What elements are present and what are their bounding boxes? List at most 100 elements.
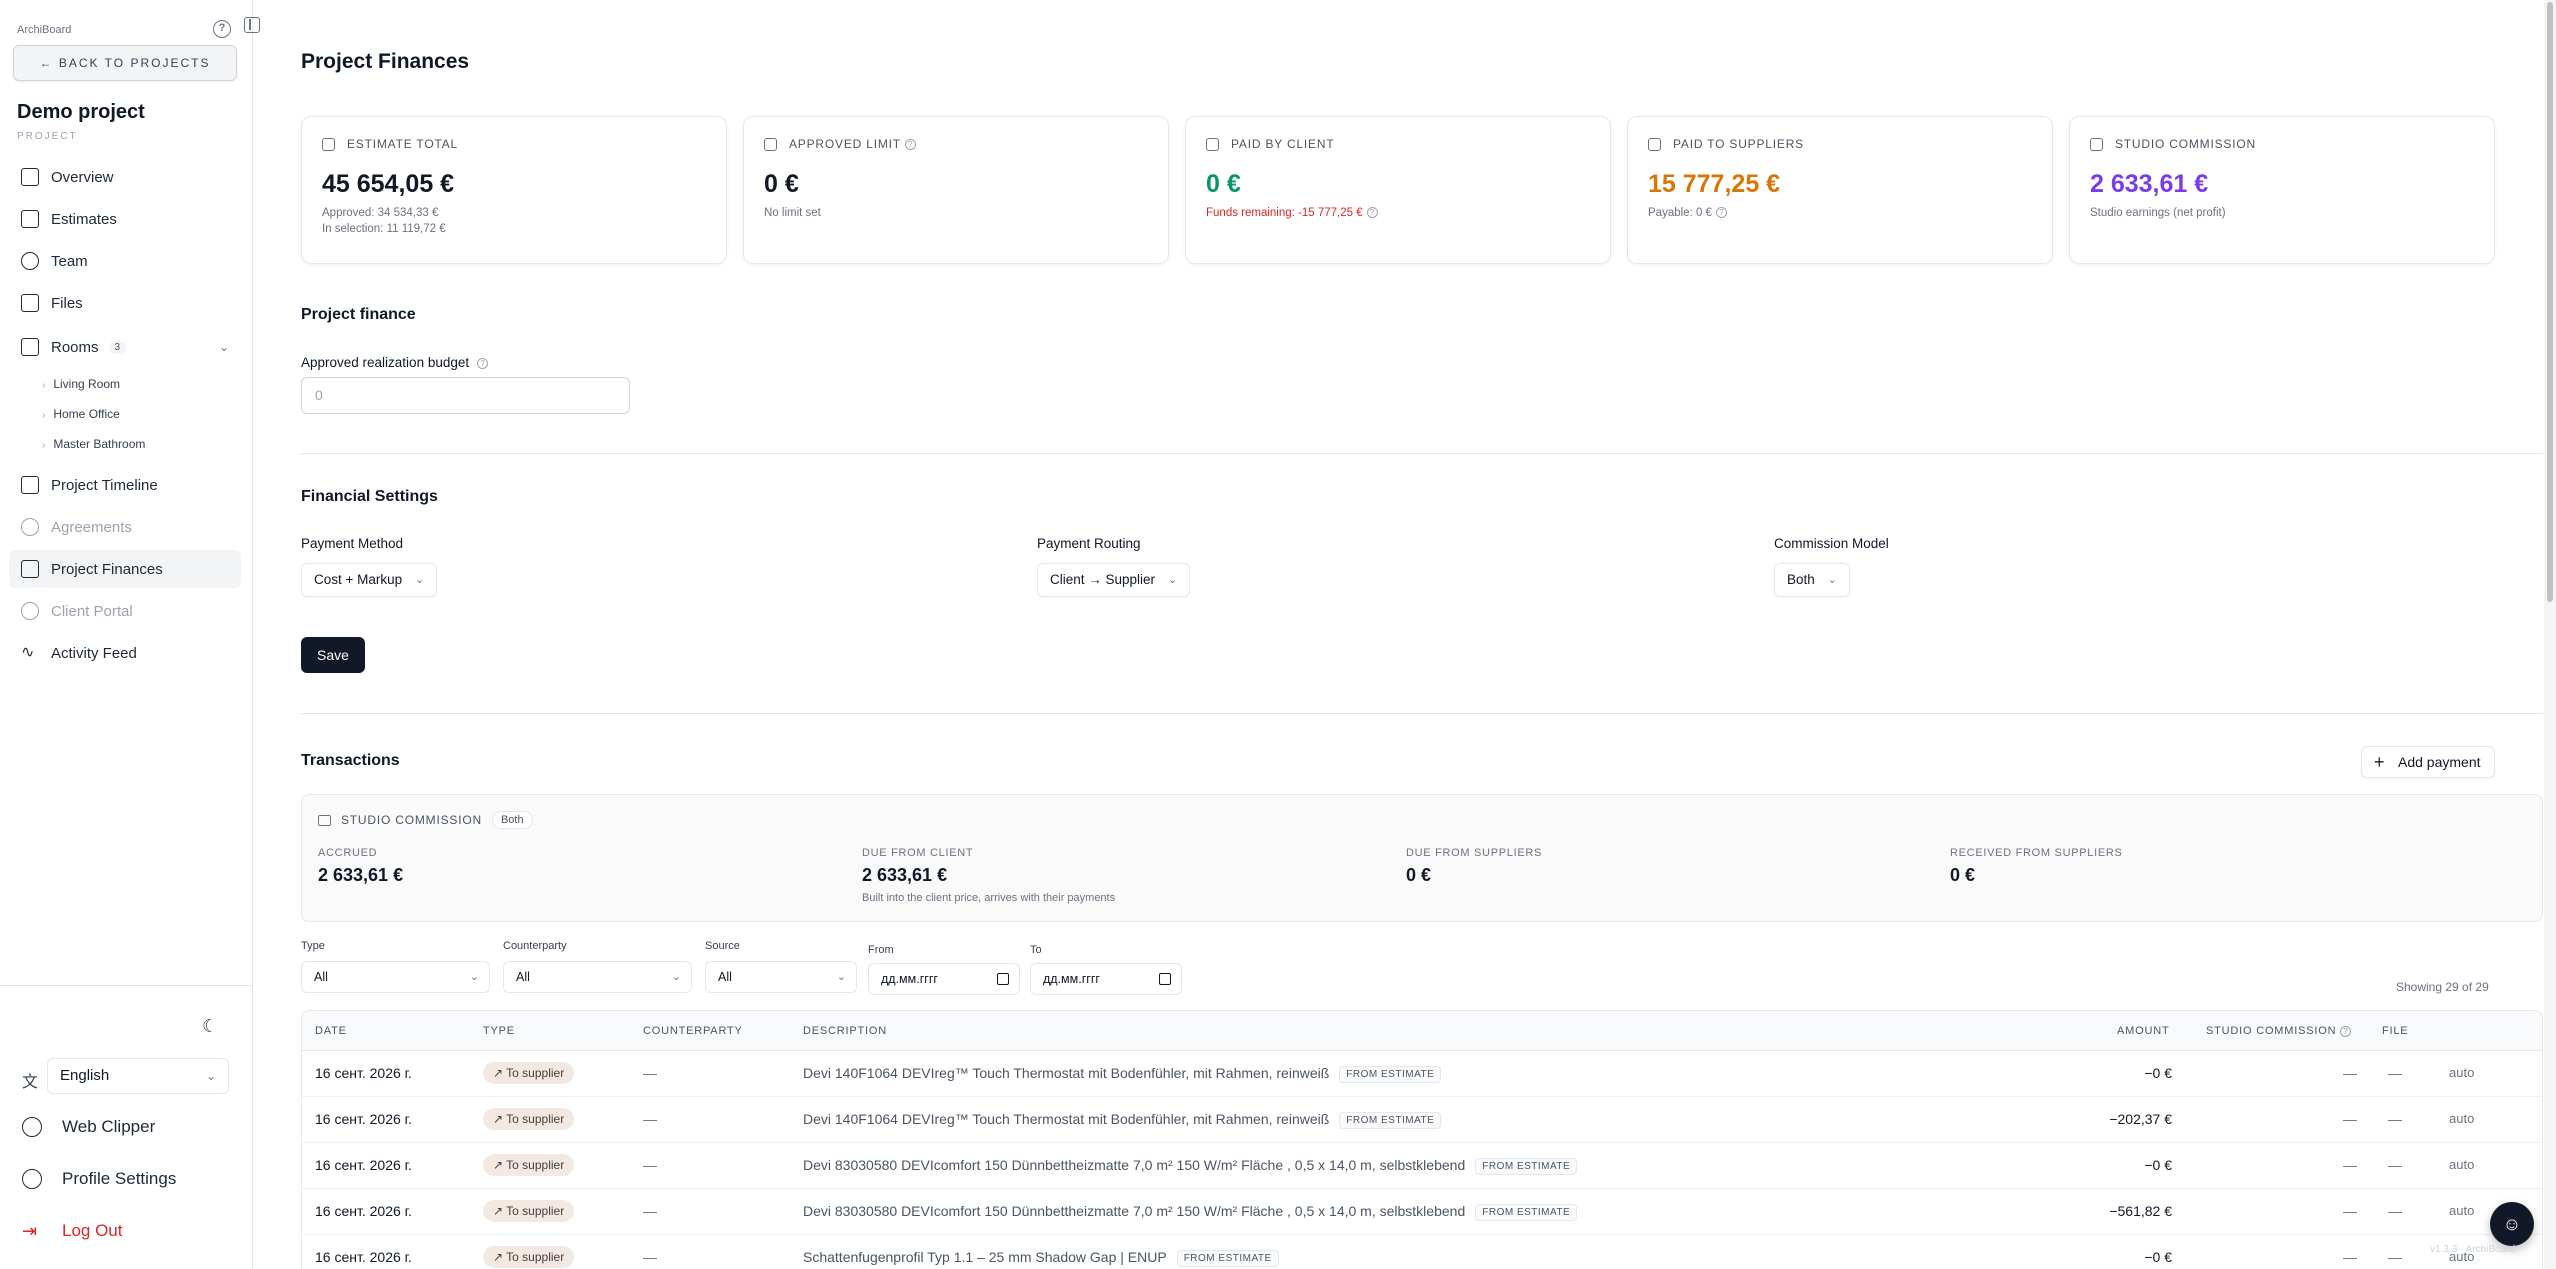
- card-label: PAID TO SUPPLIERS: [1673, 137, 1804, 151]
- language-icon: 文: [22, 1074, 39, 1091]
- row-file: —: [2388, 1249, 2402, 1265]
- chevron-right-icon: ›: [42, 380, 46, 391]
- column-description[interactable]: DESCRIPTION: [803, 1025, 887, 1037]
- table-row[interactable]: 16 сент. 2026 г. ↗ To supplier — Devi 14…: [302, 1051, 2542, 1097]
- table-row[interactable]: 16 сент. 2026 г. ↗ To supplier — Devi 83…: [302, 1143, 2542, 1189]
- document-icon: [21, 210, 39, 228]
- stat-value: 2 633,61 €: [862, 865, 948, 885]
- row-description: Devi 83030580 DEVIcomfort 150 Dünnbetthe…: [803, 1157, 1466, 1173]
- scroll-thumb[interactable]: [2547, 2, 2553, 602]
- sidebar-item-rooms[interactable]: Rooms 3 ⌄: [9, 328, 241, 366]
- row-commission: —: [2343, 1249, 2357, 1265]
- calendar-icon[interactable]: [997, 973, 1009, 985]
- stat-label: RECEIVED FROM SUPPLIERS: [1950, 847, 2123, 859]
- sidebar: ArchiBoard ? ← BACK TO PROJECTS Demo pro…: [0, 0, 260, 1269]
- chevron-down-icon: ⌄: [205, 1069, 216, 1083]
- help-icon[interactable]: ?: [213, 20, 231, 38]
- info-icon[interactable]: ?: [904, 138, 916, 150]
- chevron-down-icon[interactable]: ⌄: [219, 340, 229, 354]
- sidebar-item-team[interactable]: Team: [9, 242, 241, 280]
- budget-label: Approved realization budget?: [301, 355, 489, 370]
- info-icon[interactable]: ?: [477, 357, 489, 369]
- column-date[interactable]: DATE: [315, 1025, 347, 1037]
- project-label: PROJECT: [17, 131, 78, 142]
- source-filter-select[interactable]: All ⌄: [705, 961, 857, 993]
- web-clipper-link[interactable]: Web Clipper: [22, 1117, 155, 1137]
- card-value: 15 777,25 €: [1648, 170, 1781, 198]
- activity-icon: ∿: [21, 644, 35, 661]
- row-amount: −0 €: [2144, 1065, 2172, 1081]
- stat-label: DUE FROM SUPPLIERS: [1406, 847, 1543, 859]
- from-estimate-tag: FROM ESTIMATE: [1475, 1157, 1578, 1175]
- paid-to-suppliers-card: PAID TO SUPPLIERS 15 777,25 € Payable: 0…: [1627, 116, 2053, 264]
- table-row[interactable]: 16 сент. 2026 г. ↗ To supplier — Devi 14…: [302, 1097, 2542, 1143]
- sidebar-subitem-room[interactable]: › Living Room: [42, 377, 120, 391]
- row-amount: −0 €: [2144, 1249, 2172, 1265]
- room-label: Home Office: [53, 407, 120, 421]
- counterparty-filter-select[interactable]: All ⌄: [503, 961, 692, 993]
- sidebar-subitem-room[interactable]: › Master Bathroom: [42, 437, 145, 451]
- sidebar-item-overview[interactable]: Overview: [9, 158, 241, 196]
- profile-settings-link[interactable]: Profile Settings: [22, 1169, 176, 1189]
- sidebar-item-project-finances[interactable]: Project Finances: [9, 550, 241, 588]
- language-select[interactable]: English ⌄: [47, 1058, 229, 1094]
- row-commission: —: [2343, 1065, 2357, 1081]
- sidebar-item-estimates[interactable]: Estimates: [9, 200, 241, 238]
- from-date-input[interactable]: дд.мм.гггг: [868, 963, 1020, 995]
- budget-input[interactable]: 0: [301, 377, 630, 414]
- sidebar-item-label: Client Portal: [51, 602, 133, 620]
- row-source: auto: [2449, 1203, 2475, 1218]
- sidebar-subitem-room[interactable]: › Home Office: [42, 407, 120, 421]
- column-file[interactable]: FILE: [2382, 1025, 2408, 1037]
- from-estimate-tag: FROM ESTIMATE: [1176, 1249, 1279, 1267]
- type-badge: ↗ To supplier: [483, 1062, 575, 1084]
- sidebar-item-files[interactable]: Files: [9, 284, 241, 322]
- received-from-suppliers-stat: RECEIVED FROM SUPPLIERS 0 €: [1950, 847, 2123, 886]
- payment-routing-label: Payment Routing: [1037, 536, 1141, 551]
- moon-icon[interactable]: ☾: [202, 1016, 218, 1037]
- sidebar-item-client-portal[interactable]: Client Portal: [9, 592, 241, 630]
- info-icon[interactable]: ?: [2340, 1025, 2352, 1037]
- chevron-right-icon: ›: [42, 440, 46, 451]
- card-sub: In selection: 11 119,72 €: [322, 223, 446, 235]
- card-value: 0 €: [1206, 170, 1241, 198]
- column-studio-commission[interactable]: STUDIO COMMISSION?: [2206, 1025, 2352, 1037]
- arrow-up-right-icon: [1648, 137, 1661, 151]
- logout-link[interactable]: ⇥ Log Out: [22, 1221, 123, 1241]
- wallet-icon: [318, 814, 331, 826]
- select-value: All: [314, 970, 328, 984]
- type-filter-label: Type: [301, 940, 325, 952]
- row-description: Devi 140F1064 DEVIreg™ Touch Thermostat …: [803, 1111, 1330, 1127]
- sidebar-item-label: Files: [51, 294, 83, 312]
- payment-method-select[interactable]: Cost + Markup ⌄: [301, 563, 438, 597]
- save-button[interactable]: Save: [301, 637, 365, 673]
- select-value: All: [718, 970, 732, 984]
- card-label: ESTIMATE TOTAL: [347, 137, 458, 151]
- column-amount[interactable]: AMOUNT: [2117, 1025, 2169, 1037]
- payment-routing-select[interactable]: Client → Supplier ⌄: [1037, 563, 1191, 597]
- sidebar-item-agreements[interactable]: Agreements: [9, 508, 241, 546]
- to-date-input[interactable]: дд.мм.гггг: [1030, 963, 1182, 995]
- column-counterparty[interactable]: COUNTERPARTY: [643, 1025, 743, 1037]
- add-payment-button[interactable]: + Add payment: [2361, 746, 2495, 778]
- assistant-bot-icon[interactable]: ☺: [2490, 1202, 2534, 1246]
- commission-model-select[interactable]: Both ⌄: [1774, 563, 1850, 597]
- folder-icon: [21, 294, 39, 312]
- sidebar-item-project-timeline[interactable]: Project Timeline: [9, 466, 241, 504]
- info-icon[interactable]: ?: [1366, 207, 1378, 219]
- info-icon[interactable]: ?: [1715, 207, 1727, 219]
- type-filter-select[interactable]: All ⌄: [301, 961, 490, 993]
- calendar-icon[interactable]: [1159, 973, 1171, 985]
- row-date: 16 сент. 2026 г.: [315, 1249, 412, 1265]
- table-row[interactable]: 16 сент. 2026 г. ↗ To supplier — Devi 83…: [302, 1189, 2542, 1235]
- sidebar-item-activity-feed[interactable]: ∿ Activity Feed: [9, 634, 241, 672]
- column-type[interactable]: TYPE: [483, 1025, 515, 1037]
- accrued-stat: ACCRUED 2 633,61 €: [318, 847, 403, 886]
- table-row[interactable]: 16 сент. 2026 г. ↗ To supplier — Schatte…: [302, 1235, 2542, 1269]
- chevron-down-icon: ⌄: [671, 971, 681, 983]
- back-to-projects-button[interactable]: ← BACK TO PROJECTS: [13, 45, 237, 81]
- plus-icon: +: [2374, 752, 2385, 772]
- page-scrollbar[interactable]: [2544, 0, 2556, 1269]
- chevron-down-icon: ⌄: [1167, 574, 1178, 586]
- sidebar-item-label: Project Timeline: [51, 476, 158, 494]
